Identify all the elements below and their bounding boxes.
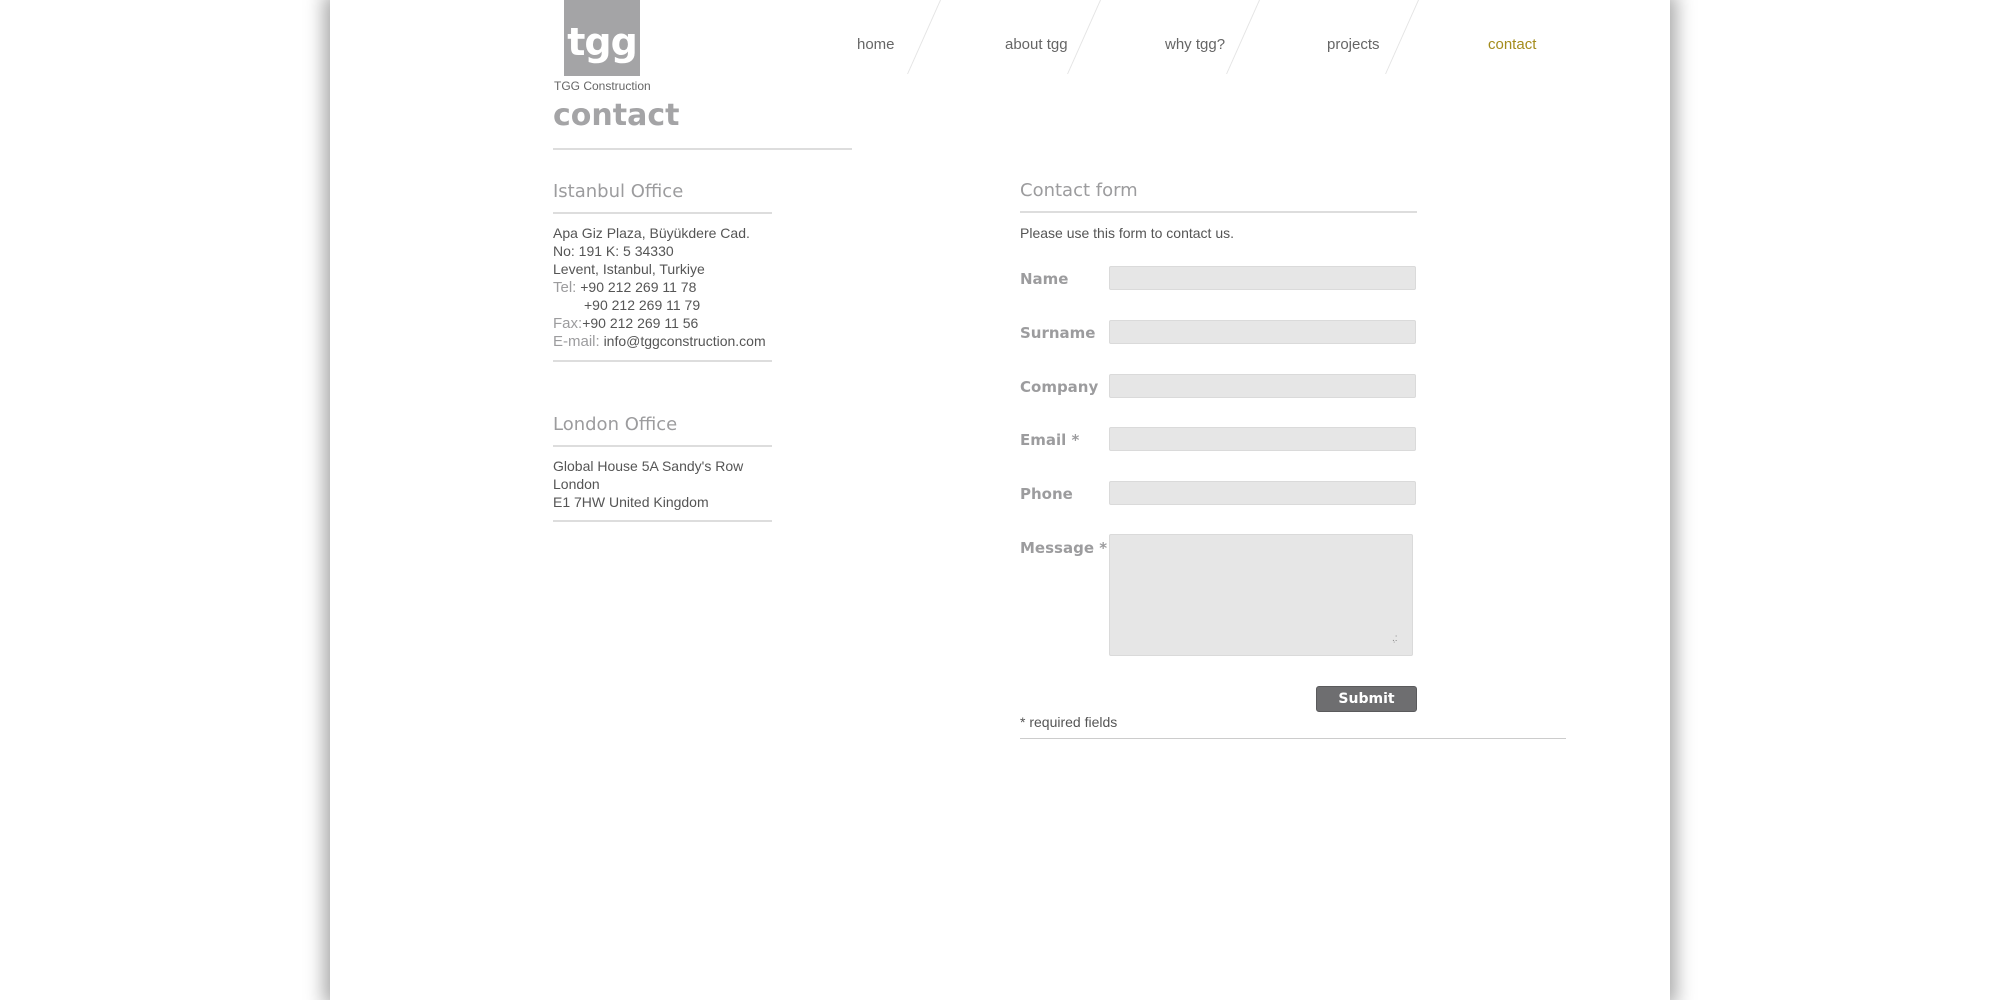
- nav-contact[interactable]: contact: [1488, 36, 1536, 53]
- submit-button[interactable]: Submit: [1316, 686, 1417, 712]
- phone-input[interactable]: [1109, 481, 1416, 505]
- form-intro: Please use this form to contact us.: [1020, 225, 1234, 241]
- istanbul-address-line: No: 191 K: 5 34330: [553, 243, 674, 259]
- divider: [553, 520, 772, 522]
- logo-mark: tgg: [567, 20, 638, 64]
- nav-why[interactable]: why tgg?: [1165, 36, 1225, 53]
- london-address-line: Global House 5A Sandy's Row: [553, 458, 744, 474]
- fax-label: Fax:: [553, 315, 583, 332]
- divider: [1020, 211, 1417, 213]
- tel-number: +90 212 269 11 79: [584, 297, 701, 313]
- required-fields-note: * required fields: [1020, 714, 1118, 730]
- contact-form-heading: Contact form: [1020, 180, 1138, 201]
- surname-input[interactable]: [1109, 320, 1416, 344]
- surname-label: Surname: [1020, 324, 1096, 342]
- nav-about[interactable]: about tgg: [1005, 36, 1068, 53]
- message-textarea[interactable]: [1109, 534, 1413, 656]
- divider: [553, 148, 852, 150]
- istanbul-address-line: Apa Giz Plaza, Büyükdere Cad.: [553, 225, 750, 241]
- page-title: contact: [553, 98, 680, 133]
- london-office-heading: London Office: [553, 414, 678, 435]
- divider: [553, 212, 772, 214]
- logo[interactable]: tgg: [564, 0, 640, 76]
- logo-caption: TGG Construction: [554, 79, 651, 93]
- company-input[interactable]: [1109, 374, 1416, 398]
- divider: [1020, 738, 1566, 739]
- london-address-line: E1 7HW United Kingdom: [553, 494, 709, 510]
- divider: [553, 360, 772, 362]
- nav-home[interactable]: home: [857, 36, 895, 53]
- istanbul-office-heading: Istanbul Office: [553, 181, 684, 202]
- istanbul-tel: Tel: +90 212 269 11 78: [553, 279, 696, 296]
- phone-label: Phone: [1020, 485, 1073, 503]
- tel-number: +90 212 269 11 78: [580, 279, 697, 295]
- email-field-label: Email *: [1020, 431, 1080, 449]
- london-address-line: London: [553, 476, 600, 492]
- message-label: Message *: [1020, 539, 1108, 557]
- istanbul-email: E-mail: info@tggconstruction.com: [553, 333, 766, 350]
- divider: [553, 445, 772, 447]
- email-link[interactable]: info@tggconstruction.com: [604, 333, 766, 349]
- name-label: Name: [1020, 270, 1069, 288]
- company-label: Company: [1020, 378, 1099, 396]
- email-input[interactable]: [1109, 427, 1416, 451]
- istanbul-fax: Fax:+90 212 269 11 56: [553, 315, 698, 332]
- page-container: [330, 0, 1670, 1000]
- resize-grip-icon[interactable]: .:̣: [1392, 634, 1398, 644]
- nav-projects[interactable]: projects: [1327, 36, 1380, 53]
- fax-number: +90 212 269 11 56: [582, 315, 699, 331]
- email-label: E-mail:: [553, 333, 600, 350]
- tel-label: Tel:: [553, 279, 577, 296]
- name-input[interactable]: [1109, 266, 1416, 290]
- istanbul-address-line: Levent, Istanbul, Turkiye: [553, 261, 705, 277]
